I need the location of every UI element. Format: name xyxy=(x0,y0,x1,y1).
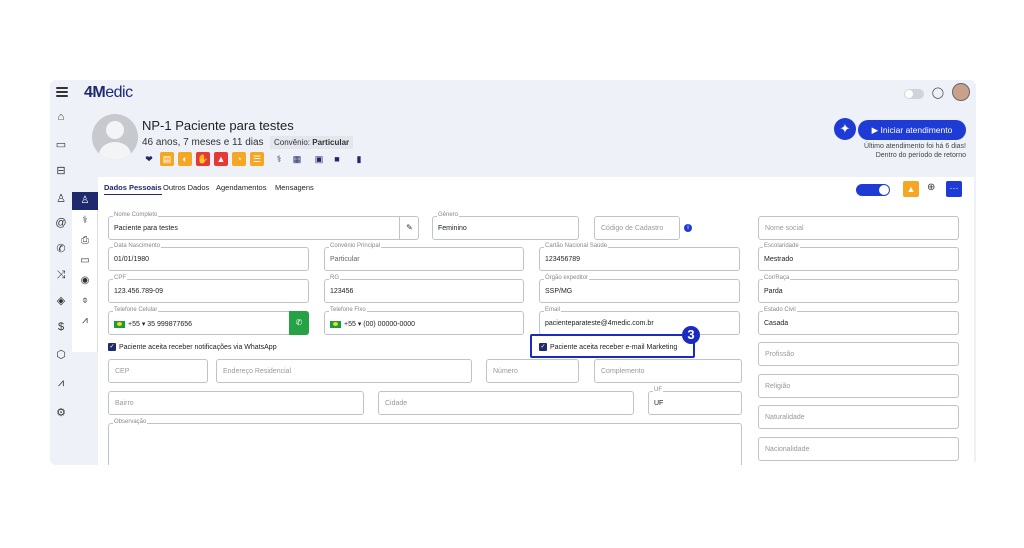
complemento-field[interactable]: Complemento xyxy=(594,359,742,383)
rg-field[interactable]: RG 123456 xyxy=(324,275,524,303)
app-logo: 4Medic xyxy=(84,84,133,101)
check-icon: ✓ xyxy=(108,343,116,351)
observacao-textarea[interactable]: Observação xyxy=(108,419,742,465)
cpf-field[interactable]: CPF 123.456.789-09 xyxy=(108,275,309,303)
box-icon[interactable]: ⬡ xyxy=(54,348,68,362)
telefone-fixo-field[interactable]: Telefone Fixo +55 ▾ (00) 00000-0000 xyxy=(324,307,524,335)
estado-civil-field[interactable]: Estado Civil Casada xyxy=(758,307,959,335)
start-attendance-button[interactable]: ▶ Iniciar atendimento xyxy=(858,120,966,140)
folder-icon[interactable]: ▭ xyxy=(72,252,98,270)
endereco-field[interactable]: Endereço Residencial xyxy=(216,359,472,383)
escolaridade-field[interactable]: Escolaridade Mestrado xyxy=(758,243,959,271)
stethoscope-icon[interactable]: ⚕ xyxy=(272,152,286,166)
telefone-celular-field[interactable]: Telefone Celular +55 ▾ 35 999877656 ✆ xyxy=(108,307,309,335)
patient-avatar xyxy=(92,114,138,160)
profissao-field[interactable]: Profissão xyxy=(758,342,959,366)
cep-field[interactable]: CEP xyxy=(108,359,208,383)
chat-icon[interactable]: ◯ xyxy=(932,86,944,99)
check-icon: ✓ xyxy=(539,343,547,351)
cartao-sus-field[interactable]: Cartão Nacional Saúde 123456789 xyxy=(539,243,740,271)
more-options-button[interactable]: ··· xyxy=(946,181,962,197)
chart-icon[interactable]: ⩘ xyxy=(54,376,68,390)
active-toggle[interactable] xyxy=(856,184,890,196)
phone-icon[interactable]: ✆ xyxy=(54,242,68,256)
car-icon[interactable]: ⊟ xyxy=(54,164,68,178)
info-icon[interactable]: i xyxy=(684,224,692,232)
top-bar: 4Medic ◯ xyxy=(50,80,976,106)
patient-name: NP-1 Paciente para testes xyxy=(142,118,294,133)
main-sidebar: ⌂ ▭ ⊟ ♙ @ ✆ ⤨ ◈ $ ⬡ ⩘ ⚙ xyxy=(50,106,72,465)
stethoscope-icon[interactable]: ⚕ xyxy=(72,212,98,230)
document-icon[interactable]: ▦ xyxy=(290,152,304,166)
numero-field[interactable]: Número xyxy=(486,359,579,383)
whatsapp-icon[interactable]: ✆ xyxy=(289,311,309,335)
tab-agendamentos[interactable]: Agendamentos xyxy=(216,183,266,192)
video-icon[interactable]: ■ xyxy=(330,152,344,166)
return-period-text: Dentro do período de retorno xyxy=(875,152,966,159)
history-icon[interactable]: ◔ xyxy=(232,152,246,166)
camera-icon[interactable]: ◉ xyxy=(72,272,98,290)
whatsapp-consent-checkbox[interactable]: ✓ Paciente aceita receber notificações vi… xyxy=(108,343,277,351)
cor-raca-field[interactable]: Cor/Raça Parda xyxy=(758,275,959,303)
nome-completo-field[interactable]: Nome Completo Paciente para testes ✎ xyxy=(108,212,419,240)
pill-icon[interactable]: ◐ xyxy=(178,152,192,166)
attachment-icon[interactable]: ⌽ xyxy=(72,292,98,310)
edit-pencil-icon[interactable]: ✎ xyxy=(399,216,419,240)
convenio-badge: Convênio: Particular xyxy=(270,136,354,149)
nacionalidade-field[interactable]: Nacionalidade xyxy=(758,437,959,461)
email-marketing-checkbox[interactable]: ✓ Paciente aceita receber e-mail Marketin… xyxy=(539,343,677,351)
step-badge: 3 xyxy=(682,326,700,344)
cidade-field[interactable]: Cidade xyxy=(378,391,634,415)
calendar-icon[interactable]: ▭ xyxy=(54,138,68,152)
user-avatar[interactable] xyxy=(952,83,970,101)
patient-age: 46 anos, 7 meses e 11 dias xyxy=(142,137,264,148)
calendar-check-icon[interactable]: ▣ xyxy=(312,152,326,166)
personal-data-panel: Dados Pessoais Outros Dados Agendamentos… xyxy=(98,177,974,465)
menu-icon[interactable] xyxy=(56,87,68,97)
tab-dados-pessoais[interactable]: Dados Pessoais xyxy=(104,183,162,195)
home-icon[interactable]: ⌂ xyxy=(54,110,68,124)
genero-field[interactable]: Gênero Feminino xyxy=(432,212,579,240)
uf-field[interactable]: UF UF xyxy=(648,387,742,415)
naturalidade-field[interactable]: Naturalidade xyxy=(758,405,959,429)
last-attendance-text: Último atendimento foi há 6 dias! xyxy=(864,143,966,150)
settings-icon[interactable]: ⚙ xyxy=(54,406,68,420)
heart-icon[interactable]: ❤ xyxy=(142,152,156,166)
email-field[interactable]: Email pacienteparateste@4medic.com.br xyxy=(539,307,740,335)
tab-mensagens[interactable]: Mensagens xyxy=(275,183,314,192)
orgao-expeditor-field[interactable]: Órgão expeditor SSP/MG xyxy=(539,275,740,303)
dollar-icon[interactable]: $ xyxy=(54,320,68,334)
book-icon[interactable]: ▮ xyxy=(352,152,366,166)
warning-icon[interactable]: ▲ xyxy=(214,152,228,166)
convenio-principal-field[interactable]: Convênio Principal Particular xyxy=(324,243,524,271)
list-icon[interactable]: ☰ xyxy=(250,152,264,166)
app-window: 4Medic ◯ ⌂ ▭ ⊟ ♙ @ ✆ ⤨ ◈ $ ⬡ ⩘ ⚙ ♙ ⚕ ⎙ ▭… xyxy=(50,80,976,465)
shuffle-icon[interactable]: ⤨ xyxy=(54,268,68,282)
stats-icon[interactable]: ⩘ xyxy=(72,312,98,330)
at-icon[interactable]: @ xyxy=(54,216,68,230)
add-button[interactable]: ✦ xyxy=(834,118,856,140)
nome-social-field[interactable]: Nome social xyxy=(758,216,959,240)
bairro-field[interactable]: Bairro xyxy=(108,391,364,415)
patient-header: NP-1 Paciente para testes 46 anos, 7 mes… xyxy=(72,106,976,178)
personal-data-icon[interactable]: ♙ xyxy=(72,192,98,210)
codigo-cadastro-field[interactable]: Código de Cadastro xyxy=(594,216,680,240)
note-icon[interactable]: ▤ xyxy=(160,152,174,166)
data-nascimento-field[interactable]: Data Nascimento 01/01/1980 xyxy=(108,243,309,271)
user-icon[interactable]: ♙ xyxy=(54,192,68,206)
globe-icon[interactable]: ⊕ xyxy=(927,182,935,193)
tag-icon[interactable]: ◈ xyxy=(54,294,68,308)
theme-toggle[interactable] xyxy=(904,89,924,99)
religiao-field[interactable]: Religião xyxy=(758,374,959,398)
brazil-flag-icon xyxy=(330,320,341,328)
print-icon[interactable]: ⎙ xyxy=(72,232,98,250)
hand-icon[interactable]: ✋ xyxy=(196,152,210,166)
warning-button[interactable]: ▲ xyxy=(903,181,919,197)
tab-outros-dados[interactable]: Outros Dados xyxy=(163,183,209,192)
brazil-flag-icon xyxy=(114,320,125,328)
record-rail: ♙ ⚕ ⎙ ▭ ◉ ⌽ ⩘ xyxy=(72,192,98,352)
